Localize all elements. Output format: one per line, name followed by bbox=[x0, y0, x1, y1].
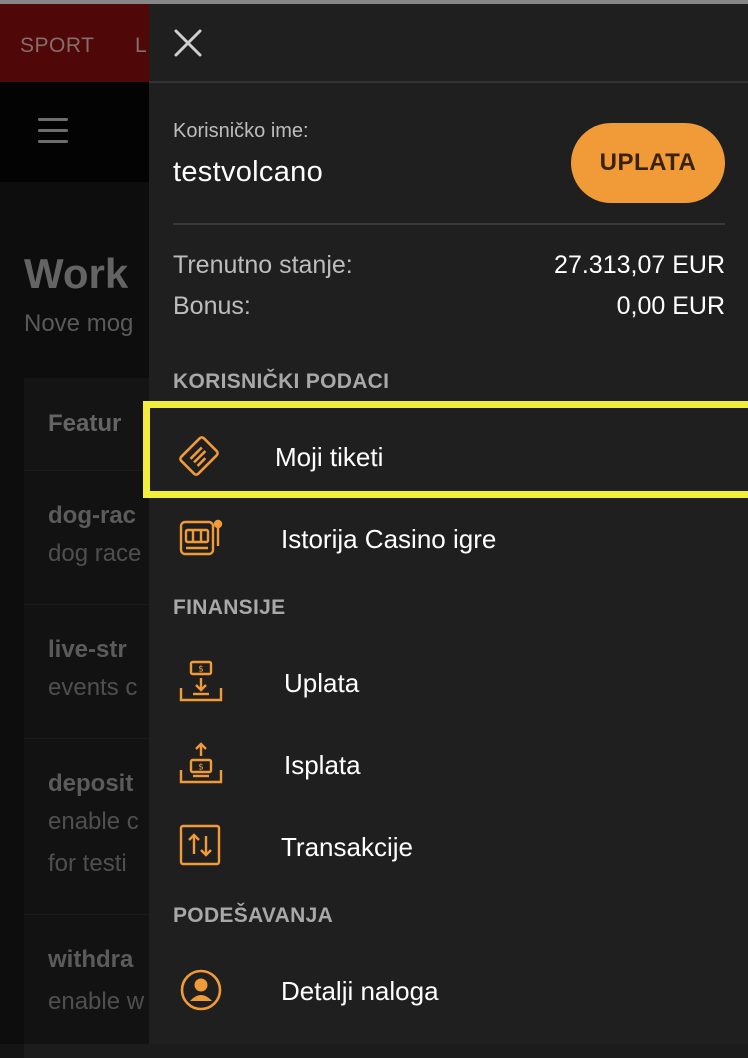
menu-label: Moji tiketi bbox=[275, 442, 384, 472]
balance-value: 27.313,07 EUR bbox=[554, 251, 725, 279]
balance-label: Trenutno stanje: bbox=[173, 251, 353, 279]
divider bbox=[173, 223, 725, 225]
menu-label: Transakcije bbox=[281, 832, 413, 862]
menu-label: Istorija Casino igre bbox=[281, 524, 497, 554]
user-circle-icon bbox=[177, 968, 225, 1012]
svg-text:$: $ bbox=[198, 665, 204, 675]
menu-item-deposit[interactable]: $ Uplata bbox=[149, 646, 748, 718]
withdraw-tray-icon: $ bbox=[177, 742, 225, 786]
menu-item-casino-history[interactable]: Istorija Casino igre bbox=[149, 502, 748, 574]
menu-item-my-tickets[interactable]: Moji tiketi bbox=[149, 420, 748, 492]
menu-item-account-details[interactable]: Detalji naloga bbox=[149, 954, 748, 1026]
section-user-data: KORISNIČKI PODACI bbox=[173, 370, 390, 393]
slot-machine-icon bbox=[177, 516, 225, 560]
ticket-icon bbox=[175, 434, 223, 478]
close-icon[interactable] bbox=[171, 26, 205, 60]
balance-row: Trenutno stanje: 27.313,07 EUR bbox=[173, 251, 725, 283]
svg-text:$: $ bbox=[198, 763, 204, 773]
bonus-value: 0,00 EUR bbox=[616, 292, 725, 320]
bonus-row: Bonus: 0,00 EUR bbox=[173, 292, 725, 324]
bonus-label: Bonus: bbox=[173, 292, 251, 320]
menu-item-withdrawal[interactable]: $ Isplata bbox=[149, 728, 748, 800]
section-settings: PODEŠAVANJA bbox=[173, 904, 334, 927]
drawer-header bbox=[149, 4, 748, 83]
side-drawer: Korisničko ime: testvolcano UPLATA Trenu… bbox=[149, 4, 748, 1044]
deposit-tray-icon: $ bbox=[177, 660, 225, 704]
menu-item-transactions[interactable]: Transakcije bbox=[149, 810, 748, 882]
menu-label: Isplata bbox=[284, 750, 361, 780]
deposit-button[interactable]: UPLATA bbox=[571, 123, 725, 203]
username-value: testvolcano bbox=[173, 156, 323, 188]
menu-label: Uplata bbox=[284, 668, 360, 698]
section-finances: FINANSIJE bbox=[173, 596, 286, 619]
username-label: Korisničko ime: bbox=[173, 120, 309, 142]
menu-label: Detalji naloga bbox=[281, 976, 439, 1006]
swap-arrows-icon bbox=[177, 824, 225, 868]
